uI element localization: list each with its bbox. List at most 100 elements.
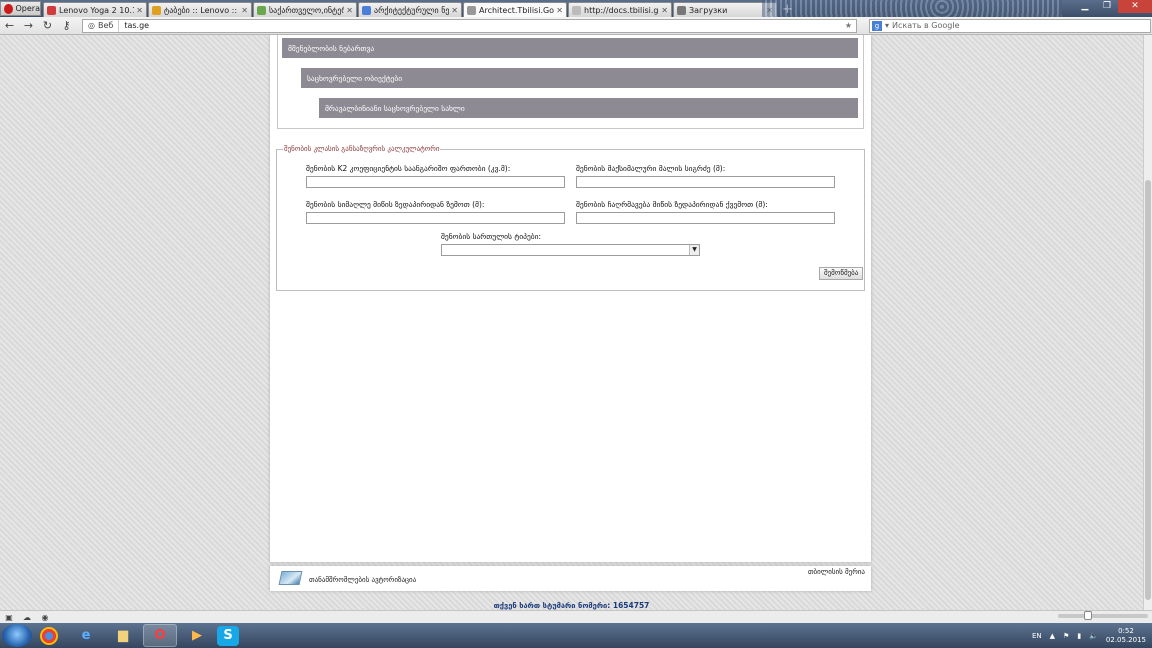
windows-taskbar: e ▆ O ▶ S EN ▲ ⚑ ▮ 🔈 0:52 02.05.2015 (0, 623, 1152, 648)
clock[interactable]: 0:52 02.05.2015 (1106, 627, 1146, 645)
visitor-label: თქვენ ხართ სტუმარი ნომერი: (493, 601, 611, 610)
opera-menu-label: Opera (15, 4, 41, 13)
tab-title: Загрузки (689, 5, 728, 15)
vertical-scrollbar[interactable] (1143, 35, 1152, 610)
tab-favicon-icon (152, 5, 161, 15)
page-footer: თანამშრომლების ავტორიზაცია თბილისის მერი… (270, 566, 871, 591)
tab-close-icon[interactable]: ✕ (451, 6, 458, 15)
page-viewport: მშენებლობის ნებართვა საცხოვრებელი ობიექტ… (0, 35, 1143, 610)
tab-6[interactable]: http://docs.tbilisi.gov....✕ (568, 2, 672, 17)
floor-type-label: შენობის სართულის ტიპები: (441, 232, 542, 241)
tab-title: Lenovo Yoga 2 10.1 3G ... (59, 5, 134, 15)
tray-arrow-icon[interactable]: ▲ (1050, 632, 1055, 640)
menu-item-residential-objects[interactable]: საცხოვრებელი ობიექტები (301, 68, 858, 88)
url-field[interactable]: ◎ Веб tas.ge ★ (82, 18, 857, 33)
turbo-icon[interactable]: ◉ (36, 613, 54, 622)
tab-close-icon[interactable]: ✕ (661, 6, 668, 15)
tab-close-icon[interactable]: ✕ (346, 6, 353, 15)
globe-icon: ◎ (88, 21, 95, 30)
opera-menu-button[interactable]: Opera (0, 1, 41, 16)
search-field[interactable]: g ▾ Искать в Google (869, 18, 1151, 33)
clock-time: 0:52 (1118, 627, 1134, 635)
height-label: შენობის სიმაღლე მიწის ზედაპირიდან ზემოთ … (306, 200, 485, 209)
building-class-calculator: შენობის კლასის განსაზღვრის კალკულატორი შ… (276, 145, 865, 291)
address-bar: ← → ↻ ⚷ ◎ Веб tas.ge ★ g ▾ Искать в Googl… (0, 17, 1152, 35)
tab-favicon-icon (677, 5, 686, 15)
tab-4[interactable]: არქიტექტურული ნე... ✕ (358, 2, 462, 17)
depth-label: შენობის ჩაღრმავება მიწის ზედაპირიდან ქვე… (576, 200, 768, 209)
depth-input[interactable] (576, 212, 835, 224)
floor-type-select[interactable]: ▼ (441, 244, 700, 256)
area-label: შენობის K2 კოეფიციენტის საანგარიშო ფართო… (306, 164, 511, 173)
menu-item-building-permit[interactable]: მშენებლობის ნებართვა (282, 38, 858, 58)
tab-favicon-icon (572, 5, 581, 15)
zoom-knob[interactable] (1084, 611, 1092, 620)
city-hall-label: თბილისის მერია (807, 568, 865, 576)
opera-logo-icon (4, 3, 13, 14)
tab-5-active[interactable]: Architect.Tbilisi.Gov.Ge...✕ (463, 2, 567, 17)
chrome-icon[interactable] (40, 626, 58, 645)
window-controls: ▁ ❐ ✕ (1074, 0, 1152, 13)
close-icon[interactable]: ✕ (1118, 0, 1152, 13)
opera-taskbar-icon[interactable]: O (143, 624, 177, 647)
visitor-count: 1654757 (612, 601, 650, 610)
area-input[interactable] (306, 176, 565, 188)
google-icon: g (872, 20, 882, 31)
tab-3[interactable]: საქართველო,ინტერნ...✕ (253, 2, 357, 17)
tab-1[interactable]: Lenovo Yoga 2 10.1 3G ...✕ (43, 2, 147, 17)
zoom-slider[interactable] (1058, 611, 1148, 620)
tab-close-icon[interactable]: ✕ (241, 6, 248, 15)
tab-title: http://docs.tbilisi.gov.... (584, 5, 659, 15)
menu-item-apartment-building[interactable]: მრავალბინიანი საცხოვრებელი სახლი (319, 98, 858, 118)
search-placeholder: Искать в Google (892, 21, 960, 30)
auth-logo-icon[interactable] (278, 571, 303, 585)
tab-title: საქართველო,ინტერნ... (269, 5, 344, 15)
tab-close-icon[interactable]: ✕ (136, 6, 143, 15)
tab-favicon-icon (362, 5, 371, 15)
panel-toggle-icon[interactable]: ▣ (0, 613, 18, 622)
volume-icon[interactable]: 🔈 (1089, 632, 1098, 640)
minimize-icon[interactable]: ▁ (1074, 0, 1096, 13)
span-length-input[interactable] (576, 176, 835, 188)
check-button[interactable]: შემოწმება (819, 267, 864, 280)
language-indicator[interactable]: EN (1032, 632, 1042, 640)
start-button[interactable] (2, 624, 32, 647)
search-dropdown-icon[interactable]: ▾ (885, 21, 889, 30)
tab-bar: Opera Lenovo Yoga 2 10.1 3G ...✕ ტაბები … (0, 0, 1152, 17)
tab-close-icon[interactable]: ✕ (556, 6, 563, 15)
forward-icon[interactable]: → (19, 19, 38, 32)
site-info[interactable]: ◎ Веб (83, 19, 120, 32)
scrollbar-thumb[interactable] (1145, 180, 1151, 600)
back-icon[interactable]: ← (0, 19, 19, 32)
maximize-icon[interactable]: ❐ (1096, 0, 1118, 13)
cloud-icon[interactable]: ☁ (18, 613, 36, 622)
skype-icon[interactable]: S (217, 625, 239, 646)
menu-item-label: საცხოვრებელი ობიექტები (307, 73, 403, 83)
bookmark-star-icon[interactable]: ★ (845, 21, 856, 30)
tab-title: Architect.Tbilisi.Gov.Ge... (479, 5, 555, 15)
menu-item-label: მრავალბინიანი საცხოვრებელი სახლი (325, 103, 465, 113)
content-panel: მშენებლობის ნებართვა საცხოვრებელი ობიექტ… (270, 35, 871, 562)
internet-explorer-icon[interactable]: e (69, 624, 103, 647)
chevron-down-icon[interactable]: ▼ (689, 245, 699, 255)
staff-authorization-link[interactable]: თანამშრომლების ავტორიზაცია (309, 576, 416, 584)
system-tray: EN ▲ ⚑ ▮ 🔈 0:52 02.05.2015 (1032, 627, 1146, 645)
media-player-icon[interactable]: ▶ (180, 624, 214, 647)
tab-favicon-icon (467, 5, 476, 15)
visitor-counter: თქვენ ხართ სტუმარი ნომერი: 1654757 (0, 601, 1143, 610)
tab-2[interactable]: ტაბები :: Lenovo :: LE...✕ (148, 2, 252, 17)
network-icon[interactable]: ▮ (1077, 632, 1081, 640)
tab-favicon-icon (257, 5, 266, 15)
clock-date: 02.05.2015 (1105, 636, 1146, 644)
file-explorer-icon[interactable]: ▆ (106, 624, 140, 647)
web-label: Веб (97, 21, 114, 30)
reload-icon[interactable]: ↻ (38, 19, 57, 32)
status-bar: ▣ ☁ ◉ (0, 610, 1152, 623)
menu-item-label: მშენებლობის ნებართვა (288, 43, 375, 53)
key-icon[interactable]: ⚷ (57, 19, 76, 32)
flag-icon[interactable]: ⚑ (1063, 632, 1069, 640)
tab-title: არქიტექტურული ნე... (374, 5, 450, 15)
tab-title: ტაბები :: Lenovo :: LE... (164, 5, 239, 15)
url-text[interactable]: tas.ge (119, 21, 845, 30)
height-input[interactable] (306, 212, 565, 224)
